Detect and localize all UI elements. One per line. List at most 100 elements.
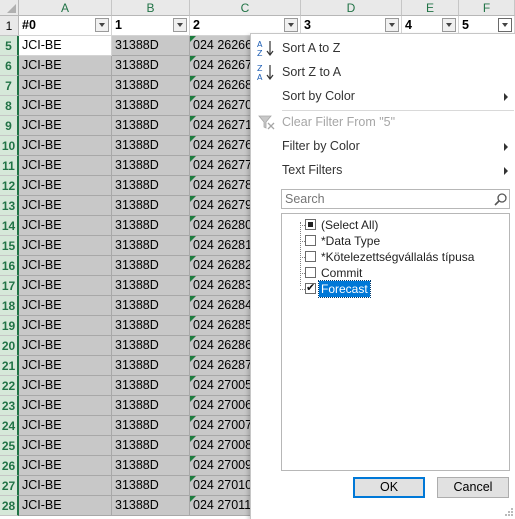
table-cell[interactable]: JCI-BE (19, 436, 112, 456)
column-header-a[interactable]: A (19, 0, 112, 16)
table-cell[interactable]: 31388D (112, 196, 190, 216)
filter-dropdown-button[interactable] (385, 18, 399, 32)
table-cell[interactable]: 31388D (112, 96, 190, 116)
table-cell[interactable]: 31388D (112, 156, 190, 176)
table-cell[interactable]: JCI-BE (19, 236, 112, 256)
filter-values-list[interactable]: (Select All) *Data Type *Kötelezettségváll… (281, 213, 510, 471)
row-header[interactable]: 27 (0, 476, 19, 496)
row-header[interactable]: 24 (0, 416, 19, 436)
row-header[interactable]: 1 (0, 16, 19, 36)
table-cell[interactable]: 31388D (112, 256, 190, 276)
ok-button[interactable]: OK (353, 477, 425, 498)
row-header[interactable]: 5 (0, 36, 19, 56)
sort-z-to-a-item[interactable]: Z A Sort Z to A (251, 60, 515, 84)
table-cell[interactable]: JCI-BE (19, 256, 112, 276)
header-cell[interactable]: 1 (112, 16, 190, 36)
table-cell[interactable]: JCI-BE (19, 496, 112, 516)
table-cell[interactable]: 31388D (112, 296, 190, 316)
table-cell[interactable]: JCI-BE (19, 456, 112, 476)
table-cell[interactable]: 31388D (112, 396, 190, 416)
clear-filter-item[interactable]: Clear Filter From "5" (251, 110, 515, 134)
table-cell[interactable]: 31388D (112, 76, 190, 96)
table-cell[interactable]: JCI-BE (19, 136, 112, 156)
table-cell[interactable]: JCI-BE (19, 356, 112, 376)
column-header-e[interactable]: E (402, 0, 459, 16)
row-header[interactable]: 26 (0, 456, 19, 476)
table-cell[interactable]: 31388D (112, 356, 190, 376)
filter-dropdown-button[interactable] (95, 18, 109, 32)
header-cell[interactable]: #0 (19, 16, 112, 36)
row-header[interactable]: 12 (0, 176, 19, 196)
table-cell[interactable]: JCI-BE (19, 276, 112, 296)
filter-by-color-item[interactable]: Filter by Color (251, 134, 515, 158)
sort-a-to-z-item[interactable]: A Z Sort A to Z (251, 36, 515, 60)
table-cell[interactable]: 31388D (112, 476, 190, 496)
table-cell[interactable]: 31388D (112, 456, 190, 476)
filter-dropdown-button[interactable] (442, 18, 456, 32)
table-cell[interactable]: JCI-BE (19, 476, 112, 496)
column-header-c[interactable]: C (190, 0, 301, 16)
column-header-f[interactable]: F (459, 0, 515, 16)
table-cell[interactable]: 31388D (112, 416, 190, 436)
resize-grip-icon[interactable] (504, 507, 514, 517)
row-header[interactable]: 10 (0, 136, 19, 156)
row-header[interactable]: 9 (0, 116, 19, 136)
filter-value-checkbox[interactable] (305, 267, 316, 278)
row-header[interactable]: 21 (0, 356, 19, 376)
filter-value-checkbox[interactable] (305, 281, 316, 294)
filter-dropdown-button[interactable] (284, 18, 298, 32)
row-header[interactable]: 23 (0, 396, 19, 416)
table-cell[interactable]: JCI-BE (19, 216, 112, 236)
table-cell[interactable]: JCI-BE (19, 176, 112, 196)
text-filters-item[interactable]: Text Filters (251, 158, 515, 182)
table-cell[interactable]: 31388D (112, 176, 190, 196)
table-cell[interactable]: JCI-BE (19, 416, 112, 436)
filter-value-item[interactable]: Forecast (282, 280, 508, 298)
column-header-b[interactable]: B (112, 0, 190, 16)
table-cell[interactable]: 31388D (112, 336, 190, 356)
filter-search-input[interactable] (281, 189, 510, 209)
table-cell[interactable]: 31388D (112, 496, 190, 516)
row-header[interactable]: 6 (0, 56, 19, 76)
table-cell[interactable]: JCI-BE (19, 96, 112, 116)
table-cell[interactable]: 31388D (112, 136, 190, 156)
cancel-button[interactable]: Cancel (437, 477, 509, 498)
filter-value-checkbox[interactable] (305, 251, 316, 262)
row-header[interactable]: 28 (0, 496, 19, 516)
row-header[interactable]: 25 (0, 436, 19, 456)
table-cell[interactable]: JCI-BE (19, 36, 112, 56)
table-cell[interactable]: JCI-BE (19, 396, 112, 416)
filter-dropdown-button[interactable] (173, 18, 187, 32)
table-cell[interactable]: 31388D (112, 276, 190, 296)
sort-by-color-item[interactable]: Sort by Color (251, 84, 515, 108)
table-cell[interactable]: JCI-BE (19, 336, 112, 356)
filter-value-item[interactable]: (Select All) (282, 217, 508, 233)
table-cell[interactable]: JCI-BE (19, 116, 112, 136)
row-header[interactable]: 14 (0, 216, 19, 236)
table-cell[interactable]: JCI-BE (19, 76, 112, 96)
filter-value-checkbox[interactable] (305, 219, 316, 230)
table-cell[interactable]: JCI-BE (19, 316, 112, 336)
table-cell[interactable]: 31388D (112, 116, 190, 136)
filter-value-item[interactable]: *Data Type (282, 233, 508, 249)
filter-value-item[interactable]: *Kötelezettségvállalás típusa (282, 249, 508, 265)
table-cell[interactable]: 31388D (112, 376, 190, 396)
table-cell[interactable]: JCI-BE (19, 196, 112, 216)
table-cell[interactable]: 31388D (112, 316, 190, 336)
row-header[interactable]: 8 (0, 96, 19, 116)
filter-value-checkbox[interactable] (305, 235, 316, 246)
filter-value-item[interactable]: Commit (282, 265, 508, 281)
row-header[interactable]: 15 (0, 236, 19, 256)
table-cell[interactable]: JCI-BE (19, 56, 112, 76)
table-cell[interactable]: JCI-BE (19, 156, 112, 176)
column-header-d[interactable]: D (301, 0, 402, 16)
table-cell[interactable]: 31388D (112, 56, 190, 76)
table-cell[interactable]: 31388D (112, 216, 190, 236)
row-header[interactable]: 22 (0, 376, 19, 396)
row-header[interactable]: 7 (0, 76, 19, 96)
table-cell[interactable]: 31388D (112, 436, 190, 456)
table-cell[interactable]: 31388D (112, 236, 190, 256)
table-cell[interactable]: JCI-BE (19, 296, 112, 316)
row-header[interactable]: 13 (0, 196, 19, 216)
table-cell[interactable]: 31388D (112, 36, 190, 56)
